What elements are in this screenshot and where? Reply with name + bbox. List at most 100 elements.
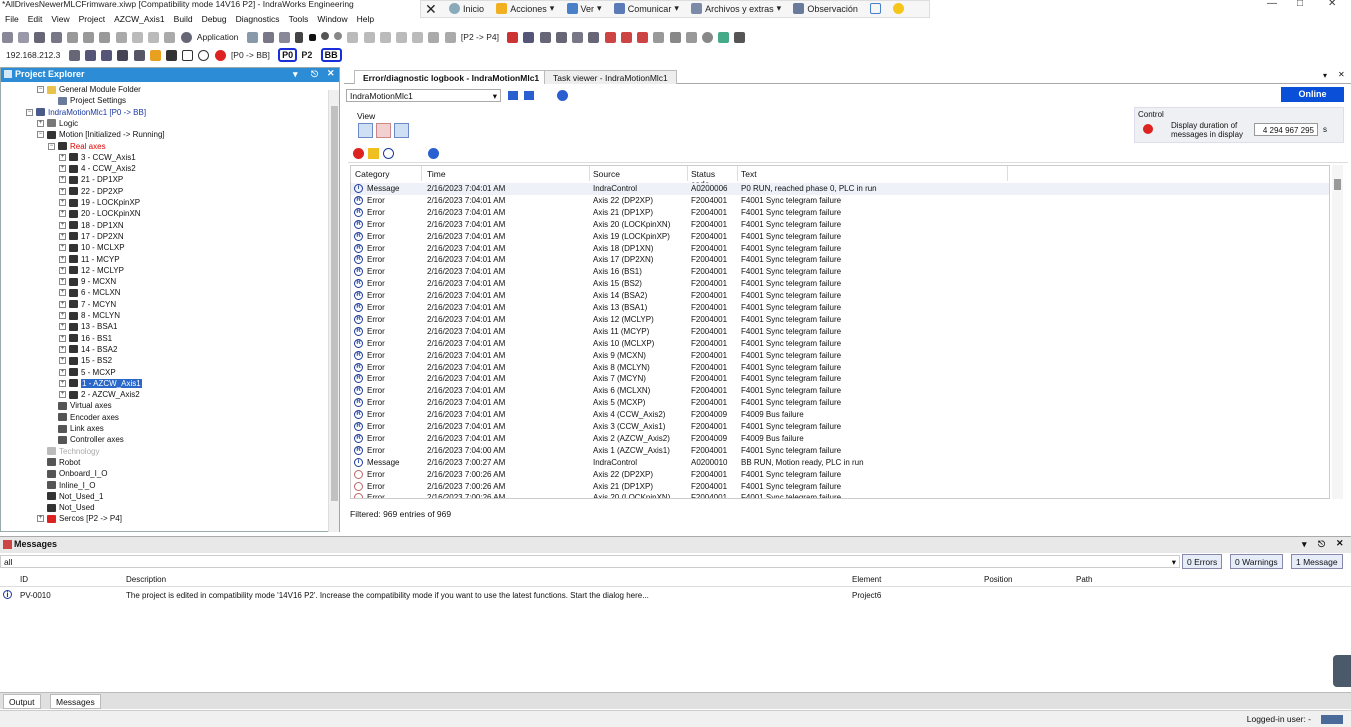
- tree-node[interactable]: +1 - AZCW_Axis1: [59, 378, 142, 389]
- log-row[interactable]: Error 2/16/2023 7:00:26 AM Axis 21 (DP1XP)…: [351, 481, 1329, 493]
- tree-node[interactable]: Controller axes: [48, 434, 124, 445]
- log-col-header[interactable]: Time: [424, 166, 590, 181]
- redo-icon[interactable]: [148, 32, 160, 43]
- build-icon[interactable]: [262, 32, 274, 43]
- comunicar-button[interactable]: Comunicar ▾: [613, 3, 679, 14]
- tree-node[interactable]: +9 - MCXN: [59, 276, 116, 287]
- messages-pin-icon[interactable]: ⎋: [1318, 539, 1325, 550]
- expand-icon[interactable]: +: [59, 289, 66, 297]
- expand-icon[interactable]: +: [59, 210, 66, 218]
- menu-item-6[interactable]: Debug: [202, 14, 227, 24]
- phase-range[interactable]: [P2 -> P4]: [461, 32, 499, 42]
- expand-icon[interactable]: +: [59, 244, 66, 252]
- minimize-icon[interactable]: —: [1267, 0, 1277, 9]
- message-filter-select[interactable]: all ▾: [0, 555, 1180, 568]
- expand-icon[interactable]: +: [59, 368, 66, 376]
- errors-badge[interactable]: 0 Errors: [1182, 554, 1223, 569]
- play-icon[interactable]: [295, 32, 304, 43]
- log-row[interactable]: Error 2/16/2023 7:04:01 AM Axis 4 (CCW_Axi…: [351, 409, 1329, 421]
- tree-node[interactable]: Not_Used_1: [37, 491, 103, 502]
- tab-dropdown-icon[interactable]: ▾: [1323, 71, 1327, 80]
- warning-icon[interactable]: [182, 50, 194, 61]
- tree-node[interactable]: +14 - BSA2: [59, 344, 117, 355]
- archivos-button[interactable]: Archivos y extras ▾: [691, 3, 781, 14]
- col-id[interactable]: ID: [20, 575, 28, 584]
- ver-button[interactable]: Ver ▾: [566, 3, 602, 14]
- tree-node[interactable]: +18 - DP1XN: [59, 220, 124, 231]
- messages-close-icon[interactable]: ✕: [1336, 538, 1344, 549]
- step-icon[interactable]: [347, 32, 359, 43]
- tree-node[interactable]: +6 - MCLXN: [59, 287, 121, 298]
- tree-node[interactable]: − IndraMotionMlc1 [P0 -> BB]: [26, 107, 146, 118]
- nav-back-icon[interactable]: [508, 91, 518, 100]
- rebuild-icon[interactable]: [279, 32, 291, 43]
- tree-node[interactable]: Not_Used: [37, 502, 95, 513]
- log-row[interactable]: Error 2/16/2023 7:04:01 AM Axis 7 (MCYN) F2…: [351, 373, 1329, 385]
- expand-icon[interactable]: +: [37, 119, 44, 127]
- duration-input[interactable]: 4 294 967 295: [1254, 123, 1318, 136]
- menu-item-9[interactable]: Window: [317, 14, 347, 24]
- menu-item-2[interactable]: View: [51, 14, 69, 24]
- record-icon[interactable]: [320, 32, 329, 40]
- tree-node[interactable]: + Logic: [37, 118, 78, 129]
- scan-icon[interactable]: [523, 32, 535, 43]
- log-col-header[interactable]: Text: [738, 166, 1008, 181]
- infos-badge[interactable]: 1 Message: [1291, 554, 1343, 569]
- log-col-header[interactable]: Source: [590, 166, 688, 181]
- expand-icon[interactable]: +: [59, 345, 66, 353]
- filter-icon[interactable]: [358, 123, 373, 138]
- copy-log-icon[interactable]: [394, 123, 409, 138]
- close-icon[interactable]: ✕: [1328, 0, 1336, 9]
- inicio-button[interactable]: Inicio: [448, 3, 484, 14]
- open-icon[interactable]: [18, 32, 30, 43]
- tree-node[interactable]: +19 - LOCKpinXP: [59, 197, 140, 208]
- tree-node[interactable]: Encoder axes: [48, 412, 119, 423]
- dropdown-icon[interactable]: ▾: [293, 69, 298, 80]
- tree-node[interactable]: +10 - MCLXP: [59, 242, 125, 253]
- expand-icon[interactable]: +: [59, 278, 66, 286]
- export-icon[interactable]: [718, 32, 730, 43]
- acciones-button[interactable]: Acciones ▾: [496, 3, 554, 14]
- info-filter-icon[interactable]: [383, 148, 394, 159]
- menu-item-0[interactable]: File: [5, 14, 19, 24]
- expand-icon[interactable]: +: [37, 515, 44, 523]
- drive2-icon[interactable]: [555, 32, 567, 43]
- p0-button[interactable]: P0: [278, 48, 298, 62]
- log-row[interactable]: Error 2/16/2023 7:04:00 AM Axis 1 (AZCW_Ax…: [351, 445, 1329, 457]
- log-row[interactable]: Error 2/16/2023 7:04:01 AM Axis 22 (DP2XP)…: [351, 195, 1329, 207]
- bb-button[interactable]: BB: [320, 48, 342, 62]
- expand-icon[interactable]: +: [59, 266, 66, 274]
- undo-icon[interactable]: [131, 32, 143, 43]
- observacion-button[interactable]: Observación: [793, 3, 858, 14]
- save-all-icon[interactable]: [50, 32, 62, 43]
- warning-filter-icon[interactable]: [368, 148, 379, 159]
- tree-node[interactable]: Inline_I_O: [37, 480, 95, 491]
- tree-node[interactable]: +12 - MCLYP: [59, 265, 124, 276]
- expand-icon[interactable]: +: [59, 379, 66, 387]
- close-x-icon[interactable]: ✕: [425, 1, 437, 18]
- tree-node[interactable]: − General Module Folder: [37, 84, 141, 95]
- device-icon[interactable]: [166, 50, 177, 61]
- arrow-right-icon[interactable]: [428, 32, 440, 43]
- log-row[interactable]: Error 2/16/2023 7:04:01 AM Axis 19 (LOCKpi…: [351, 231, 1329, 243]
- col-element[interactable]: Element: [852, 575, 881, 584]
- nav-forward-icon[interactable]: [524, 91, 534, 100]
- tree-node[interactable]: +3 - CCW_Axis1: [59, 152, 136, 163]
- log-row[interactable]: Message 2/16/2023 7:04:01 AM IndraControl A…: [351, 183, 1329, 195]
- menu-item-3[interactable]: Project: [79, 14, 105, 24]
- tree-node[interactable]: +7 - MCYN: [59, 299, 116, 310]
- tree-node[interactable]: − Real axes: [48, 141, 106, 152]
- step-over-icon[interactable]: [395, 32, 407, 43]
- log-col-header[interactable]: Category: [352, 166, 422, 181]
- pin-icon[interactable]: ⎋: [311, 69, 318, 80]
- messages-dropdown-icon[interactable]: ▾: [1302, 539, 1307, 550]
- log-row[interactable]: Error 2/16/2023 7:04:01 AM Axis 18 (DP1XN)…: [351, 243, 1329, 255]
- tools-icon[interactable]: [444, 32, 456, 43]
- side-handle[interactable]: [1333, 655, 1351, 687]
- log-row[interactable]: Error 2/16/2023 7:04:01 AM Axis 13 (BSA1) F…: [351, 302, 1329, 314]
- expand-icon[interactable]: +: [59, 221, 66, 229]
- menu-item-4[interactable]: AZCW_Axis1: [114, 14, 165, 24]
- reset-all-icon[interactable]: [637, 32, 649, 43]
- window-icon[interactable]: [870, 3, 882, 14]
- collapse-icon[interactable]: −: [48, 142, 55, 150]
